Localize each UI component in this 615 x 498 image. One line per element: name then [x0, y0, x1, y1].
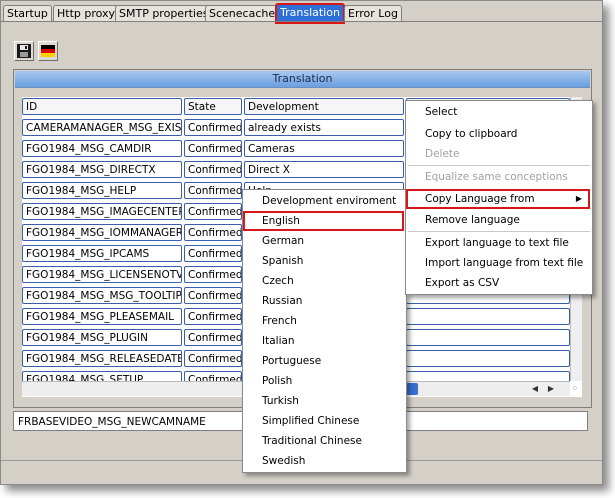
submenu-item-simplified-chinese[interactable]: Simplified Chinese: [243, 411, 404, 431]
column-header-development[interactable]: Development: [244, 98, 404, 115]
cell-id[interactable]: FGO1984_MSG_MSG_TOOLTIP: [22, 287, 182, 304]
cell-state[interactable]: Confirmed: [184, 203, 242, 220]
cell-state[interactable]: Confirmed: [184, 182, 242, 199]
submenu-item-swedish[interactable]: Swedish: [243, 451, 404, 471]
resize-grip-icon[interactable]: ⁘: [570, 383, 580, 395]
submenu-item-turkish[interactable]: Turkish: [243, 391, 404, 411]
save-button[interactable]: [14, 41, 34, 61]
submenu-item-portuguese[interactable]: Portuguese: [243, 351, 404, 371]
cell-state[interactable]: Confirmed: [184, 350, 242, 367]
menu-item-label: Copy Language from: [425, 193, 535, 205]
menu-item-copy-to-clipboard[interactable]: Copy to clipboard: [406, 124, 590, 144]
cell-extra[interactable]: [406, 308, 570, 325]
cell-id[interactable]: FGO1984_MSG_CAMDIR: [22, 140, 182, 157]
cell-extra[interactable]: [406, 350, 570, 367]
cell-state[interactable]: Confirmed: [184, 329, 242, 346]
copy-language-submenu: Development enviroment English German Spani…: [242, 189, 407, 473]
cell-id[interactable]: FGO1984_MSG_LICENSENOTVALID: [22, 266, 182, 283]
floppy-disk-icon: [17, 44, 31, 58]
cell-id[interactable]: FGO1984_MSG_PLUGIN: [22, 329, 182, 346]
menu-item-equalize: Equalize same conceptions: [425, 171, 568, 183]
tab-smtp-properties[interactable]: SMTP properties: [115, 5, 213, 22]
cell-id[interactable]: FGO1984_MSG_DIRECTX: [22, 161, 182, 178]
cell-development[interactable]: Cameras: [244, 140, 404, 157]
tab-error-log[interactable]: Error Log: [344, 5, 402, 22]
submenu-item-french[interactable]: French: [243, 311, 404, 331]
german-flag-icon: [41, 45, 55, 57]
cell-state[interactable]: Confirmed: [184, 119, 242, 136]
panel-title: Translation: [15, 71, 590, 88]
cell-state[interactable]: Confirmed: [184, 140, 242, 157]
menu-item-select[interactable]: Select: [406, 102, 590, 122]
cell-id[interactable]: FGO1984_MSG_IOMMANAGER: [22, 224, 182, 241]
tab-startup[interactable]: Startup: [3, 5, 52, 22]
tab-scenecache[interactable]: Scenecache: [205, 5, 280, 22]
cell-development[interactable]: already exists: [244, 119, 404, 136]
cell-state[interactable]: Confirmed: [184, 224, 242, 241]
submenu-item-development-enviroment[interactable]: Development enviroment: [243, 191, 404, 211]
cell-state[interactable]: Confirmed: [184, 245, 242, 262]
column-header-state[interactable]: State: [184, 98, 242, 115]
submenu-arrow-icon: ▶: [575, 194, 582, 203]
cell-development[interactable]: Direct X: [244, 161, 404, 178]
submenu-item-english[interactable]: English: [243, 211, 404, 231]
scroll-right-icon[interactable]: ▶: [546, 383, 556, 395]
menu-separator: [408, 231, 590, 232]
scroll-left-icon[interactable]: ◀: [530, 383, 540, 395]
cell-id[interactable]: FGO1984_MSG_RELEASEDATE: [22, 350, 182, 367]
cell-state[interactable]: Confirmed: [184, 266, 242, 283]
menu-item-remove-language[interactable]: Remove language: [406, 210, 590, 230]
submenu-item-russian[interactable]: Russian: [243, 291, 404, 311]
cell-extra[interactable]: [406, 329, 570, 346]
menu-item-delete: Delete: [425, 148, 460, 160]
cell-state[interactable]: Confirmed: [184, 287, 242, 304]
submenu-item-spanish[interactable]: Spanish: [243, 251, 404, 271]
menu-item-export-text[interactable]: Export language to text file: [406, 233, 590, 253]
submenu-item-italian[interactable]: Italian: [243, 331, 404, 351]
submenu-item-czech[interactable]: Czech: [243, 271, 404, 291]
menu-item-export-csv[interactable]: Export as CSV: [406, 273, 590, 293]
cell-state[interactable]: Confirmed: [184, 161, 242, 178]
context-menu: Select Copy to clipboard Delete Equalize…: [405, 100, 593, 295]
submenu-item-german[interactable]: German: [243, 231, 404, 251]
cell-state[interactable]: Confirmed: [184, 308, 242, 325]
tab-divider: [1, 21, 602, 22]
submenu-item-polish[interactable]: Polish: [243, 371, 404, 391]
submenu-item-traditional-chinese[interactable]: Traditional Chinese: [243, 431, 404, 451]
menu-item-copy-language-from[interactable]: Copy Language from ▶: [406, 189, 590, 209]
language-button[interactable]: [38, 41, 58, 61]
cell-id[interactable]: CAMERAMANAGER_MSG_EXIST: [22, 119, 182, 136]
menu-separator: [408, 165, 590, 166]
cell-id[interactable]: FGO1984_MSG_PLEASEMAIL: [22, 308, 182, 325]
column-header-id[interactable]: ID: [22, 98, 182, 115]
tab-http-proxy[interactable]: Http proxy: [53, 5, 120, 22]
cell-id[interactable]: FGO1984_MSG_IPCAMS: [22, 245, 182, 262]
cell-id[interactable]: FGO1984_MSG_HELP: [22, 182, 182, 199]
cell-id[interactable]: FGO1984_MSG_IMAGECENTER: [22, 203, 182, 220]
menu-item-import-text[interactable]: Import language from text file: [406, 253, 590, 273]
